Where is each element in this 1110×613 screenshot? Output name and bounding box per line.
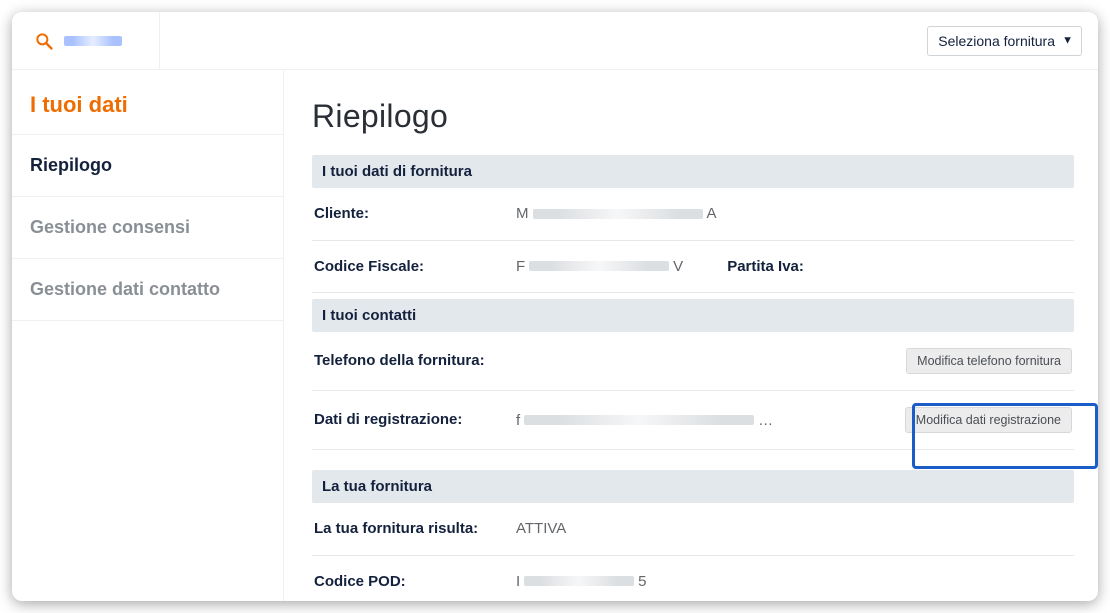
topbar: Seleziona fornitura ▼ bbox=[12, 12, 1098, 70]
brand-magnifier-icon bbox=[34, 31, 54, 51]
section-heading-contacts: I tuoi contatti bbox=[312, 299, 1074, 332]
label-supply-status: La tua fornitura risulta: bbox=[314, 519, 496, 539]
select-supply-dropdown[interactable]: Seleziona fornitura ▼ bbox=[927, 26, 1082, 56]
label-codice-pod: Codice POD: bbox=[314, 572, 496, 592]
modify-registration-button[interactable]: Modifica dati registrazione bbox=[905, 407, 1072, 433]
chevron-down-icon: ▼ bbox=[1062, 34, 1073, 46]
value-cf-suffix: V bbox=[673, 258, 683, 275]
value-pod-prefix: I bbox=[516, 573, 520, 590]
redacted-text bbox=[524, 576, 634, 586]
label-partita-iva: Partita Iva: bbox=[727, 258, 804, 275]
page-title: Riepilogo bbox=[312, 98, 1074, 135]
label-dati-registrazione: Dati di registrazione: bbox=[314, 410, 496, 430]
main-content: Riepilogo I tuoi dati di fornitura Clien… bbox=[284, 70, 1098, 601]
value-cf-prefix: F bbox=[516, 258, 525, 275]
row-supply-status: La tua fornitura risulta: ATTIVA bbox=[312, 503, 1074, 556]
section-heading-supply-data: I tuoi dati di fornitura bbox=[312, 155, 1074, 188]
label-telefono-fornitura: Telefono della fornitura: bbox=[314, 351, 496, 371]
row-telefono-fornitura: Telefono della fornitura: Modifica telef… bbox=[312, 332, 1074, 391]
value-reg-prefix: f bbox=[516, 412, 520, 429]
sidebar-item-gestione-dati-contatto[interactable]: Gestione dati contatto bbox=[12, 259, 283, 321]
section-heading-supply: La tua fornitura bbox=[312, 470, 1074, 503]
value-cliente-suffix: A bbox=[707, 205, 717, 222]
value-reg-suffix: … bbox=[758, 412, 773, 429]
value-cliente-prefix: M bbox=[516, 205, 529, 222]
sidebar: I tuoi dati Riepilogo Gestione consensi … bbox=[12, 70, 284, 601]
label-cliente: Cliente: bbox=[314, 204, 496, 224]
value-cliente: M A bbox=[516, 205, 1072, 222]
value-codice-pod: I 5 bbox=[516, 573, 1072, 590]
select-supply-label: Seleziona fornitura bbox=[938, 33, 1055, 49]
value-pod-suffix: 5 bbox=[638, 573, 646, 590]
sidebar-item-gestione-consensi[interactable]: Gestione consensi bbox=[12, 197, 283, 259]
redacted-text bbox=[524, 415, 754, 425]
value-codice-fiscale: F V Partita Iva: bbox=[516, 258, 1072, 275]
row-codice-fiscale: Codice Fiscale: F V Partita Iva: bbox=[312, 241, 1074, 294]
row-dati-registrazione: Dati di registrazione: f … Modifica dati… bbox=[312, 391, 1074, 450]
redacted-text bbox=[533, 209, 703, 219]
row-cliente: Cliente: M A bbox=[312, 188, 1074, 241]
sidebar-title: I tuoi dati bbox=[12, 70, 283, 135]
modify-phone-button[interactable]: Modifica telefono fornitura bbox=[906, 348, 1072, 374]
value-supply-status: ATTIVA bbox=[516, 520, 1072, 537]
value-dati-registrazione: f … bbox=[516, 412, 885, 429]
label-codice-fiscale: Codice Fiscale: bbox=[314, 257, 496, 277]
brand bbox=[20, 12, 160, 69]
sidebar-item-riepilogo[interactable]: Riepilogo bbox=[12, 135, 283, 197]
row-codice-pod: Codice POD: I 5 bbox=[312, 556, 1074, 602]
brand-text-redacted bbox=[64, 36, 122, 46]
redacted-text bbox=[529, 261, 669, 271]
